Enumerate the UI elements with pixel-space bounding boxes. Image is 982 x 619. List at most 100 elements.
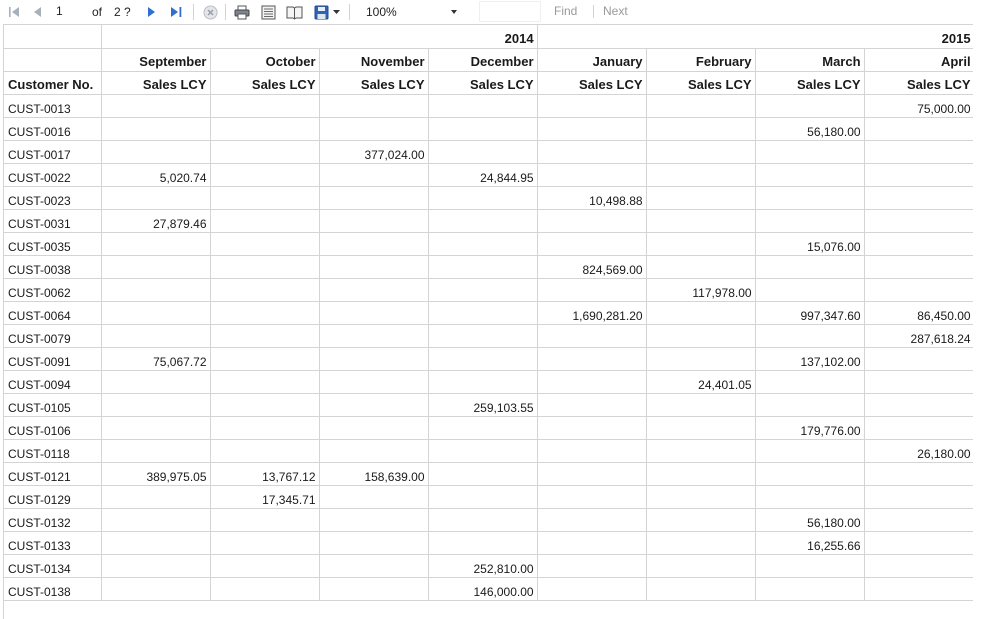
- sales-value-cell: [646, 577, 756, 601]
- sales-value-cell: [646, 324, 756, 348]
- export-dropdown-icon[interactable]: [331, 0, 341, 24]
- sales-value-cell: [864, 347, 973, 371]
- month-header: November: [319, 48, 429, 72]
- table-row: CUST-0138 146,000.00: [4, 577, 973, 601]
- sales-value-cell: [646, 232, 756, 256]
- page-of-label: of: [92, 5, 103, 19]
- sales-value-cell: [537, 324, 647, 348]
- sales-value-cell: [864, 508, 973, 532]
- month-header: March: [755, 48, 865, 72]
- sales-value-cell: [864, 255, 973, 279]
- sales-value-cell: 117,978.00: [646, 278, 756, 302]
- sales-value-cell: [755, 209, 865, 233]
- sales-value-cell: 24,844.95: [428, 163, 538, 187]
- sales-value-cell: [537, 232, 647, 256]
- sales-value-cell: [101, 255, 211, 279]
- sales-value-cell: [319, 554, 429, 578]
- sales-value-cell: [755, 278, 865, 302]
- sales-value-cell: 75,067.72: [101, 347, 211, 371]
- sales-value-cell: [319, 301, 429, 325]
- table-row: CUST-0038 824,569.00: [4, 255, 973, 279]
- sales-value-cell: [101, 117, 211, 141]
- sales-value-cell: [319, 324, 429, 348]
- sales-lcy-header: Sales LCY: [537, 71, 647, 95]
- customer-no-cell: CUST-0133: [4, 531, 102, 555]
- month-header: February: [646, 48, 756, 72]
- sales-value-cell: [319, 508, 429, 532]
- sales-value-cell: [428, 508, 538, 532]
- sales-value-cell: [428, 347, 538, 371]
- table-row: CUST-0105 259,103.55: [4, 393, 973, 417]
- sales-value-cell: [537, 531, 647, 555]
- sales-value-cell: 17,345.71: [210, 485, 320, 509]
- sales-value-cell: [864, 163, 973, 187]
- sales-value-cell: 287,618.24: [864, 324, 973, 348]
- previous-page-icon[interactable]: [30, 0, 46, 24]
- first-page-icon[interactable]: [6, 0, 22, 24]
- sales-value-cell: [101, 94, 211, 118]
- sales-value-cell: [537, 577, 647, 601]
- sales-value-cell: [646, 393, 756, 417]
- sales-value-cell: [428, 255, 538, 279]
- find-text-input[interactable]: [479, 1, 541, 22]
- page-setup-icon[interactable]: [284, 0, 304, 24]
- page-layout-icon[interactable]: [258, 0, 278, 24]
- sales-value-cell: [864, 577, 973, 601]
- sales-value-cell: [646, 531, 756, 555]
- sales-value-cell: [319, 232, 429, 256]
- sales-value-cell: 75,000.00: [864, 94, 973, 118]
- table-row: CUST-0023 10,498.88: [4, 186, 973, 210]
- sales-lcy-header: Sales LCY: [210, 71, 320, 95]
- find-next-link[interactable]: Next: [603, 4, 628, 18]
- sales-value-cell: [210, 347, 320, 371]
- sales-value-cell: [210, 140, 320, 164]
- zoom-value: 100%: [366, 4, 397, 19]
- sales-value-cell: [319, 278, 429, 302]
- customer-no-cell: CUST-0129: [4, 485, 102, 509]
- sales-value-cell: [210, 416, 320, 440]
- sales-value-cell: [210, 301, 320, 325]
- export-save-icon[interactable]: [311, 0, 331, 24]
- sales-value-cell: 377,024.00: [319, 140, 429, 164]
- sales-value-cell: [210, 577, 320, 601]
- print-icon[interactable]: [232, 0, 252, 24]
- customer-no-cell: CUST-0013: [4, 94, 102, 118]
- stop-icon[interactable]: [201, 0, 219, 24]
- sales-value-cell: [755, 439, 865, 463]
- find-link[interactable]: Find: [554, 4, 577, 18]
- sales-value-cell: 26,180.00: [864, 439, 973, 463]
- current-page-input[interactable]: [52, 2, 82, 20]
- table-row: CUST-0035 15,076.00: [4, 232, 973, 256]
- zoom-select[interactable]: 100%: [356, 1, 464, 22]
- last-page-icon[interactable]: [167, 0, 185, 24]
- sales-value-cell: [537, 485, 647, 509]
- month-header: April: [864, 48, 973, 72]
- year-header-2015: 2015: [537, 25, 973, 49]
- sales-value-cell: [537, 393, 647, 417]
- sales-value-cell: [101, 140, 211, 164]
- sales-value-cell: [210, 370, 320, 394]
- table-row: CUST-0064 1,690,281.20 997,347.60 86,450.00: [4, 301, 973, 325]
- customer-no-cell: CUST-0064: [4, 301, 102, 325]
- customer-no-cell: CUST-0138: [4, 577, 102, 601]
- customer-no-cell: CUST-0031: [4, 209, 102, 233]
- sales-value-cell: [537, 278, 647, 302]
- sales-value-cell: [319, 577, 429, 601]
- sales-value-cell: 252,810.00: [428, 554, 538, 578]
- sales-value-cell: [210, 531, 320, 555]
- sales-value-cell: [210, 393, 320, 417]
- table-row: CUST-0106 179,776.00: [4, 416, 973, 440]
- customer-no-cell: CUST-0079: [4, 324, 102, 348]
- sales-value-cell: [101, 393, 211, 417]
- next-page-icon[interactable]: [143, 0, 159, 24]
- report-body: 2014 2015 September October November Decemb…: [3, 24, 973, 619]
- sales-value-cell: [537, 347, 647, 371]
- sales-value-cell: [646, 186, 756, 210]
- customer-no-cell: CUST-0105: [4, 393, 102, 417]
- table-row: CUST-0094 24,401.05: [4, 370, 973, 394]
- sales-value-cell: 997,347.60: [755, 301, 865, 325]
- empty-corner-cell: [4, 25, 102, 49]
- sales-value-cell: [428, 232, 538, 256]
- sales-value-cell: [646, 209, 756, 233]
- sales-value-cell: 56,180.00: [755, 117, 865, 141]
